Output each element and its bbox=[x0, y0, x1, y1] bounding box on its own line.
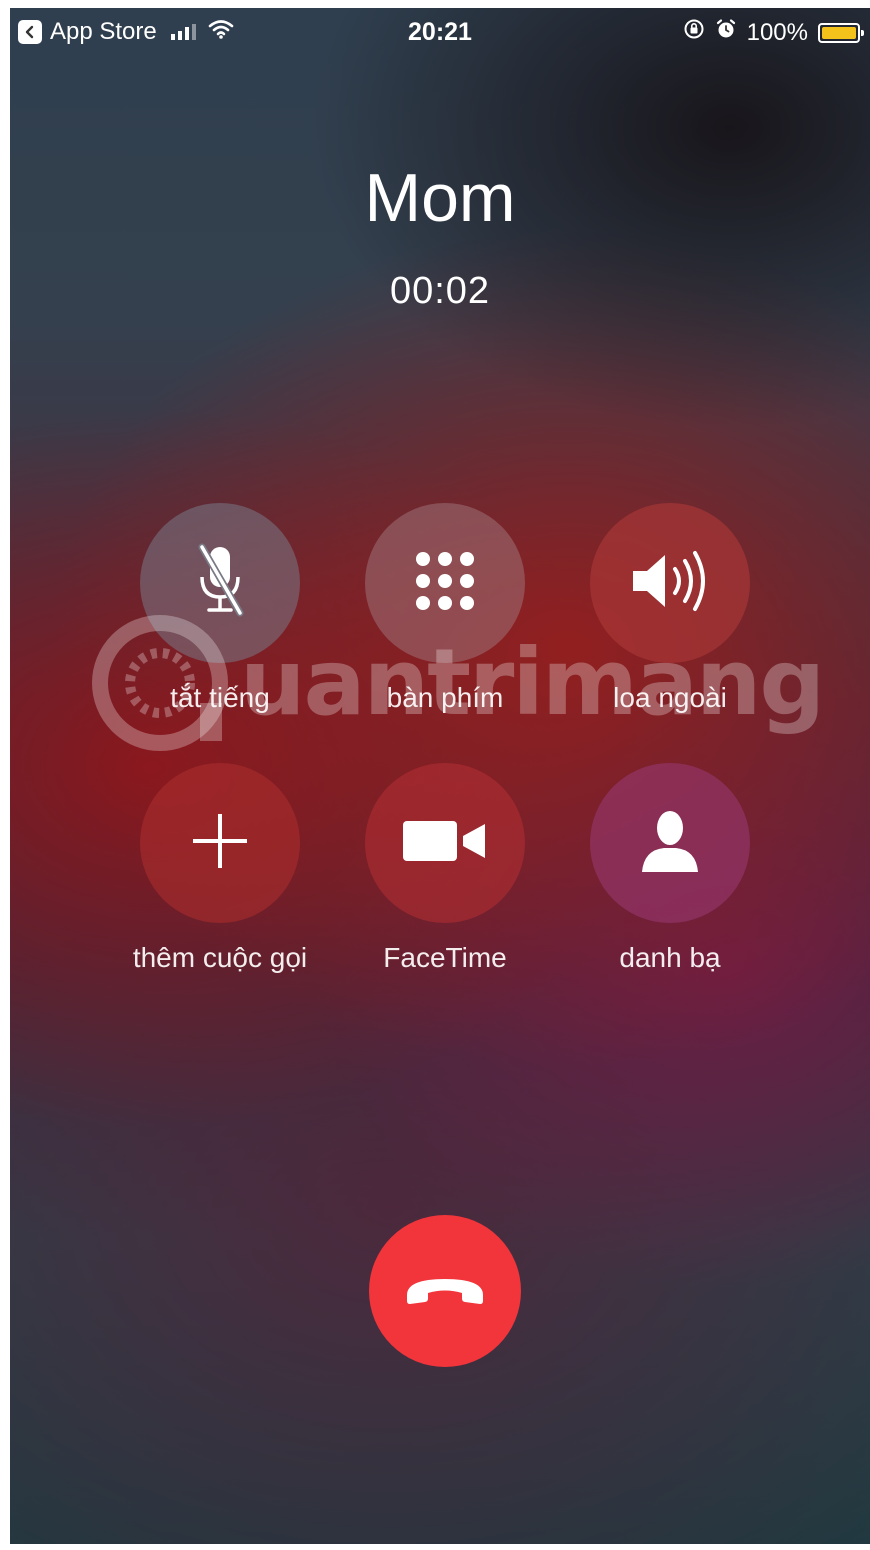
facetime-button[interactable] bbox=[365, 763, 525, 923]
caller-name: Mom bbox=[364, 160, 516, 236]
contacts-label: danh bạ bbox=[619, 942, 721, 973]
contacts-button[interactable] bbox=[590, 763, 750, 923]
facetime-label: FaceTime bbox=[383, 942, 507, 973]
add-call-label: thêm cuộc gọi bbox=[132, 942, 308, 973]
keypad-label: bàn phím bbox=[386, 682, 504, 713]
orientation-lock-icon bbox=[683, 18, 705, 47]
speaker-button[interactable] bbox=[590, 503, 750, 663]
alarm-icon bbox=[715, 18, 737, 47]
status-bar: App Store 20:21 100% bbox=[10, 8, 870, 56]
call-duration: 00:02 bbox=[389, 270, 491, 312]
battery-percent: 100% bbox=[746, 18, 808, 46]
hang-up-phone-icon bbox=[403, 1269, 487, 1314]
person-icon bbox=[638, 806, 702, 881]
keypad-button[interactable] bbox=[365, 503, 525, 663]
video-camera-icon bbox=[399, 816, 491, 871]
keypad-grid-icon bbox=[413, 549, 477, 618]
call-screen: App Store 20:21 100% Mom 00:02 uantriman… bbox=[10, 8, 870, 1544]
mute-label: tắt tiếng bbox=[170, 682, 270, 713]
speaker-label: loa ngoài bbox=[613, 682, 727, 713]
microphone-muted-icon bbox=[190, 541, 250, 626]
end-call-button[interactable] bbox=[369, 1215, 521, 1367]
add-call-button[interactable] bbox=[140, 763, 300, 923]
speaker-volume-icon bbox=[627, 549, 713, 618]
plus-icon bbox=[190, 811, 250, 876]
mute-button[interactable] bbox=[140, 503, 300, 663]
battery-icon bbox=[818, 22, 864, 43]
status-bar-right: 100% bbox=[683, 18, 864, 47]
